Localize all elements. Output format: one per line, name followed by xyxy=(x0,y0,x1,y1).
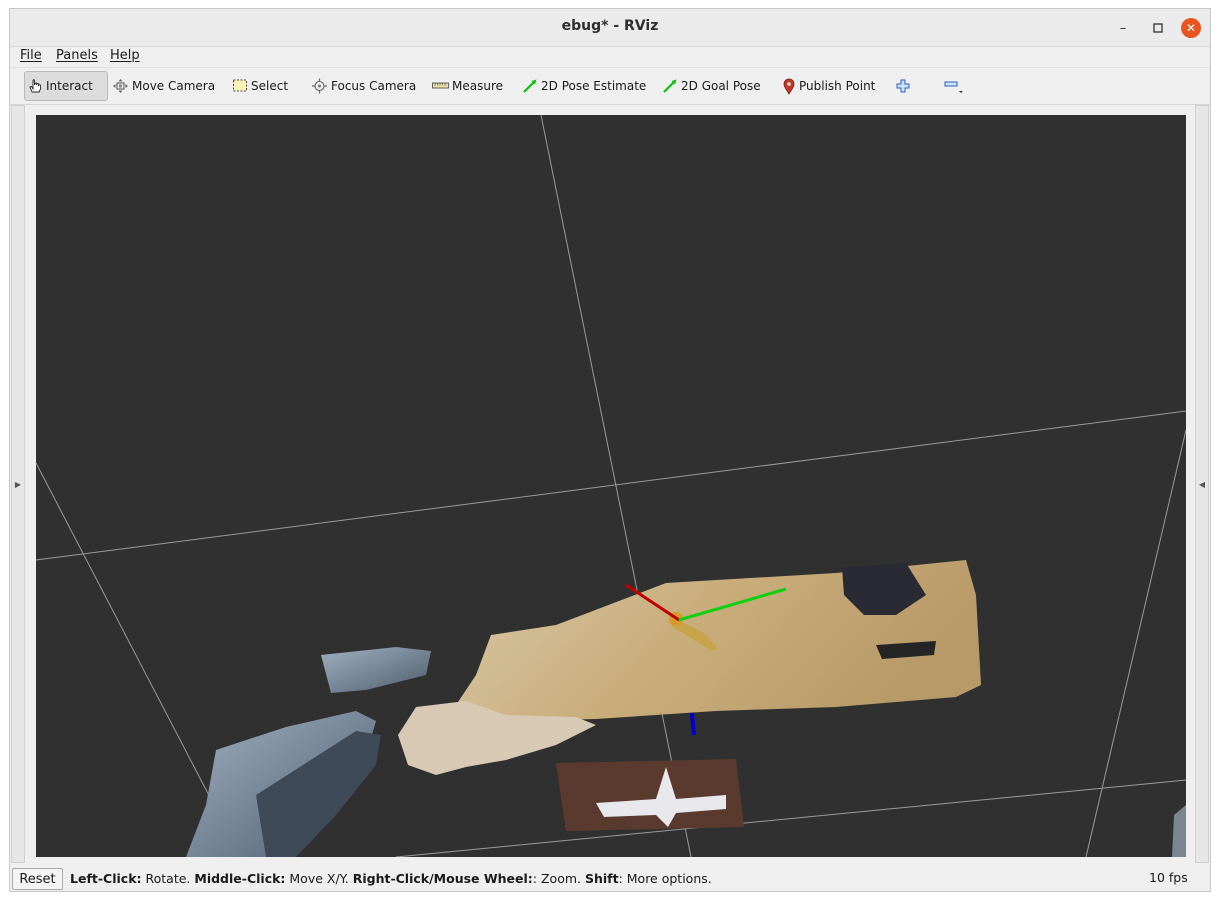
menu-help[interactable]: Help xyxy=(110,48,140,63)
tool-label: Publish Point xyxy=(799,79,876,93)
left-panel-toggle[interactable]: ▶ xyxy=(11,105,25,863)
hint-key-middle-click: Middle-Click: xyxy=(194,871,286,886)
grid-lines xyxy=(36,115,1186,857)
reset-button[interactable]: Reset xyxy=(12,868,63,890)
hint-text: Rotate. xyxy=(141,871,195,886)
hint-key-right-click: Right-Click/Mouse Wheel: xyxy=(352,871,533,886)
menu-file[interactable]: File xyxy=(20,48,42,63)
focus-camera-icon xyxy=(312,78,327,94)
point-cloud xyxy=(186,560,1186,857)
ruler-icon xyxy=(432,82,449,89)
tool-publish-point[interactable]: Publish Point xyxy=(782,75,875,97)
tool-interact[interactable]: Interact xyxy=(24,71,108,101)
hint-text: Move X/Y. xyxy=(285,871,353,886)
hint-key-left-click: Left-Click: xyxy=(70,871,142,886)
menu-bar: File Panels Help xyxy=(10,47,1210,67)
hint-text: : Zoom. xyxy=(532,871,585,886)
tool-label: Select xyxy=(251,79,289,93)
scene-canvas xyxy=(36,115,1186,857)
tool-move-camera[interactable]: Move Camera xyxy=(112,75,215,97)
maximize-button[interactable] xyxy=(1147,17,1169,39)
tool-label: 2D Goal Pose xyxy=(681,79,761,93)
close-button[interactable]: ✕ xyxy=(1181,18,1201,38)
close-icon: ✕ xyxy=(1185,21,1197,35)
tool-2d-pose-estimate[interactable]: 2D Pose Estimate xyxy=(522,75,646,97)
green-arrow-icon xyxy=(523,79,537,93)
hint-key-shift: Shift xyxy=(584,871,619,886)
tool-label: Interact xyxy=(46,79,93,93)
map-pin-icon xyxy=(783,78,795,95)
hint-text: : More options. xyxy=(618,871,712,886)
tool-label: Focus Camera xyxy=(331,79,417,93)
minus-icon xyxy=(944,81,963,93)
menu-panels[interactable]: Panels xyxy=(56,48,98,63)
window-title: ebug* - RViz xyxy=(561,18,659,34)
mouse-hint: Left-Click: Rotate. Middle-Click: Move X… xyxy=(70,871,712,886)
tool-label: Move Camera xyxy=(132,79,216,93)
add-tool-button[interactable] xyxy=(896,75,913,97)
status-bar: Reset Left-Click: Rotate. Middle-Click: … xyxy=(10,865,1210,891)
hand-cursor-icon xyxy=(29,79,41,93)
tool-label: 2D Pose Estimate xyxy=(541,79,647,93)
tool-2d-goal-pose[interactable]: 2D Goal Pose xyxy=(662,75,761,97)
tool-focus-camera[interactable]: Focus Camera xyxy=(311,75,416,97)
maximize-icon xyxy=(1153,23,1163,33)
tool-bar: Interact Move Camera Select Focus Camera… xyxy=(10,67,1210,105)
minimize-button[interactable]: – xyxy=(1112,17,1134,39)
rviz-window: ebug* - RViz – ✕ File Panels Help Intera… xyxy=(9,8,1211,892)
select-box-icon xyxy=(233,79,247,92)
move-camera-icon xyxy=(113,79,128,93)
tool-select[interactable]: Select xyxy=(232,75,288,97)
3d-render-view[interactable] xyxy=(36,115,1186,857)
green-arrow-icon xyxy=(663,79,677,93)
fps-counter: 10 fps xyxy=(1149,870,1188,885)
minimize-icon: – xyxy=(1119,20,1127,36)
title-bar[interactable]: ebug* - RViz – ✕ xyxy=(10,9,1210,47)
remove-tool-button[interactable] xyxy=(944,75,969,97)
chevron-left-icon: ◀ xyxy=(1198,479,1206,489)
tool-label: Measure xyxy=(452,79,503,93)
plus-icon xyxy=(896,79,910,93)
tool-measure[interactable]: Measure xyxy=(432,75,503,97)
chevron-right-icon: ▶ xyxy=(14,479,22,489)
right-panel-toggle[interactable]: ◀ xyxy=(1195,105,1209,863)
